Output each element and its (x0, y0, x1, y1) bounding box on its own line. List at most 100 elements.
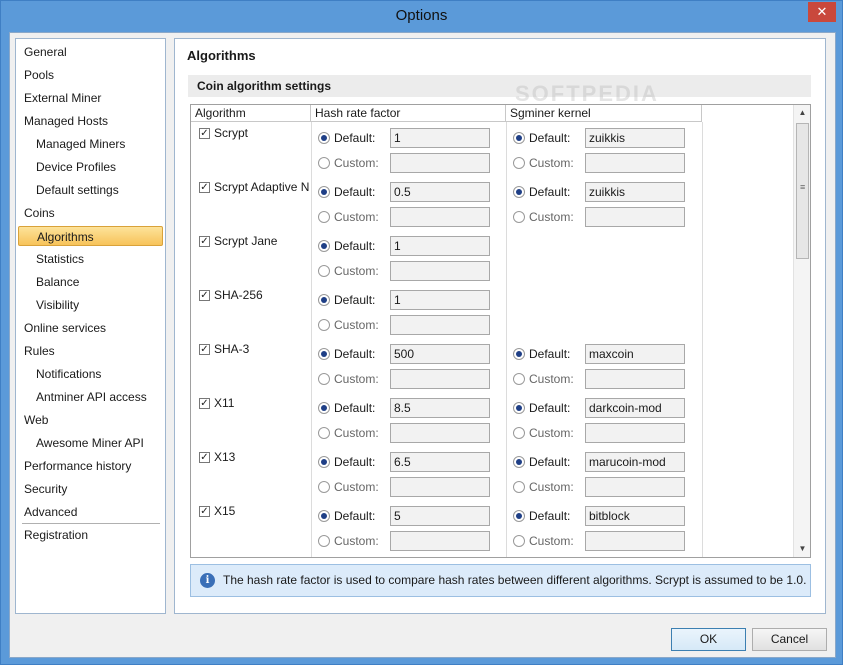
hash-default-radio[interactable] (318, 186, 330, 198)
kernel-custom-radio[interactable] (513, 211, 525, 223)
kernel-default-radio[interactable] (513, 348, 525, 360)
hash-default-radio[interactable] (318, 510, 330, 522)
hash-custom-field[interactable] (390, 207, 490, 227)
default-label: Default: (529, 455, 571, 469)
hash-custom-radio[interactable] (318, 535, 330, 547)
hash-default-radio[interactable] (318, 294, 330, 306)
sidebar-item-statistics[interactable]: Statistics (18, 249, 163, 269)
sidebar-item-coins[interactable]: Coins (18, 203, 163, 223)
sidebar-item-web[interactable]: Web (18, 410, 163, 430)
kernel-custom-field[interactable] (585, 423, 685, 443)
close-icon[interactable]: ✕ (808, 2, 836, 22)
algorithm-checkbox[interactable]: ✓ (199, 344, 210, 355)
vertical-scrollbar[interactable]: ▲ ≡ ▼ (793, 105, 810, 557)
hash-custom-radio[interactable] (318, 319, 330, 331)
kernel-default-radio[interactable] (513, 186, 525, 198)
sidebar-item-online-services[interactable]: Online services (18, 318, 163, 338)
hash-custom-radio[interactable] (318, 211, 330, 223)
kernel-default-radio[interactable] (513, 132, 525, 144)
kernel-custom-radio[interactable] (513, 373, 525, 385)
sidebar-item-external-miner[interactable]: External Miner (18, 88, 163, 108)
kernel-default-field[interactable]: zuikkis (585, 128, 685, 148)
sidebar-item-advanced[interactable]: Advanced (18, 502, 163, 522)
kernel-default-field[interactable]: zuikkis (585, 182, 685, 202)
hash-default-radio[interactable] (318, 456, 330, 468)
sidebar-item-device-profiles[interactable]: Device Profiles (18, 157, 163, 177)
hash-custom-radio[interactable] (318, 427, 330, 439)
kernel-custom-field[interactable] (585, 369, 685, 389)
hash-default-field[interactable]: 6.5 (390, 452, 490, 472)
scroll-thumb[interactable]: ≡ (796, 123, 809, 259)
custom-label: Custom: (529, 372, 574, 386)
kernel-custom-field[interactable] (585, 477, 685, 497)
kernel-default-field[interactable]: maxcoin (585, 344, 685, 364)
hash-default-radio[interactable] (318, 132, 330, 144)
algorithm-checkbox[interactable]: ✓ (199, 506, 210, 517)
sidebar-item-general[interactable]: General (18, 42, 163, 62)
kernel-default-field[interactable]: marucoin-mod (585, 452, 685, 472)
scroll-down-icon[interactable]: ▼ (794, 541, 810, 557)
hash-default-field[interactable]: 1 (390, 236, 490, 256)
hash-custom-field[interactable] (390, 153, 490, 173)
cancel-button[interactable]: Cancel (752, 628, 827, 651)
hash-default-field[interactable]: 5 (390, 506, 490, 526)
sidebar-item-visibility[interactable]: Visibility (18, 295, 163, 315)
sidebar-item-pools[interactable]: Pools (18, 65, 163, 85)
hash-custom-radio[interactable] (318, 373, 330, 385)
sidebar-item-notifications[interactable]: Notifications (18, 364, 163, 384)
scroll-up-icon[interactable]: ▲ (794, 105, 810, 121)
hash-default-radio[interactable] (318, 402, 330, 414)
ok-button[interactable]: OK (671, 628, 746, 651)
kernel-default-radio[interactable] (513, 402, 525, 414)
sidebar-item-awesome-miner-api[interactable]: Awesome Miner API (18, 433, 163, 453)
sidebar-item-balance[interactable]: Balance (18, 272, 163, 292)
hash-custom-field[interactable] (390, 477, 490, 497)
info-text: The hash rate factor is used to compare … (223, 573, 807, 587)
kernel-custom-field[interactable] (585, 207, 685, 227)
hash-default-field[interactable]: 1 (390, 128, 490, 148)
kernel-custom-radio[interactable] (513, 535, 525, 547)
hash-custom-field[interactable] (390, 315, 490, 335)
sidebar-item-performance-history[interactable]: Performance history (18, 456, 163, 476)
hash-custom-field[interactable] (390, 369, 490, 389)
sidebar-item-rules[interactable]: Rules (18, 341, 163, 361)
kernel-custom-field[interactable] (585, 153, 685, 173)
sidebar-item-registration[interactable]: Registration (18, 525, 163, 545)
sidebar-item-managed-hosts[interactable]: Managed Hosts (18, 111, 163, 131)
algorithm-checkbox[interactable]: ✓ (199, 398, 210, 409)
hash-custom-radio[interactable] (318, 157, 330, 169)
hash-custom-radio[interactable] (318, 481, 330, 493)
hash-default-radio[interactable] (318, 240, 330, 252)
default-label: Default: (334, 347, 376, 361)
hash-default-field[interactable]: 0.5 (390, 182, 490, 202)
kernel-default-field[interactable]: darkcoin-mod (585, 398, 685, 418)
algorithm-checkbox[interactable]: ✓ (199, 182, 210, 193)
kernel-custom-radio[interactable] (513, 481, 525, 493)
algorithm-checkbox[interactable]: ✓ (199, 128, 210, 139)
default-label: Default: (334, 185, 376, 199)
hash-default-field[interactable]: 8.5 (390, 398, 490, 418)
kernel-custom-field[interactable] (585, 531, 685, 551)
kernel-custom-radio[interactable] (513, 427, 525, 439)
hash-custom-field[interactable] (390, 261, 490, 281)
hash-custom-field[interactable] (390, 423, 490, 443)
kernel-default-radio[interactable] (513, 510, 525, 522)
sidebar-item-default-settings[interactable]: Default settings (18, 180, 163, 200)
kernel-custom-radio[interactable] (513, 157, 525, 169)
algorithm-checkbox[interactable]: ✓ (199, 236, 210, 247)
section-header: Coin algorithm settings (188, 75, 811, 97)
kernel-default-field[interactable]: bitblock (585, 506, 685, 526)
hash-default-field[interactable]: 1 (390, 290, 490, 310)
hash-custom-radio[interactable] (318, 265, 330, 277)
sidebar-item-antminer-api-access[interactable]: Antminer API access (18, 387, 163, 407)
algorithm-row: ✓ Scrypt Adaptive N Default: 0.5 Custom: Defa… (191, 177, 791, 231)
hash-custom-field[interactable] (390, 531, 490, 551)
hash-default-field[interactable]: 500 (390, 344, 490, 364)
algorithm-checkbox[interactable]: ✓ (199, 452, 210, 463)
sidebar-item-algorithms[interactable]: Algorithms (18, 226, 163, 246)
sidebar-item-security[interactable]: Security (18, 479, 163, 499)
hash-default-radio[interactable] (318, 348, 330, 360)
algorithm-checkbox[interactable]: ✓ (199, 290, 210, 301)
sidebar-item-managed-miners[interactable]: Managed Miners (18, 134, 163, 154)
kernel-default-radio[interactable] (513, 456, 525, 468)
